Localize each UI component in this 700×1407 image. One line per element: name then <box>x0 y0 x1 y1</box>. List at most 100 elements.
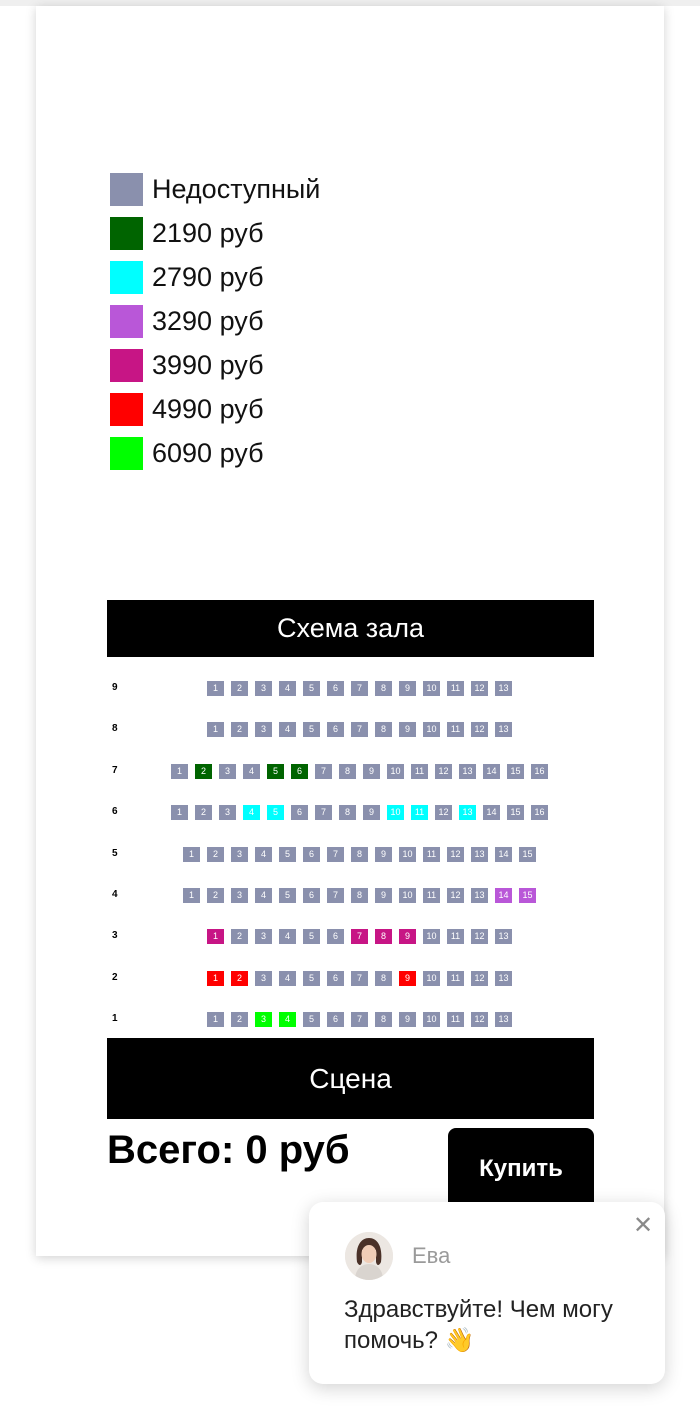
seat[interactable]: 12 <box>471 929 488 944</box>
seat[interactable]: 9 <box>363 805 380 820</box>
seat[interactable]: 6 <box>327 1012 344 1027</box>
seat[interactable]: 8 <box>351 847 368 862</box>
seat[interactable]: 4 <box>255 847 272 862</box>
seat[interactable]: 11 <box>447 1012 464 1027</box>
seat[interactable]: 14 <box>495 847 512 862</box>
seat[interactable]: 13 <box>495 929 512 944</box>
seat[interactable]: 12 <box>471 971 488 986</box>
seat[interactable]: 12 <box>447 847 464 862</box>
seat[interactable]: 11 <box>447 929 464 944</box>
seat[interactable]: 7 <box>351 1012 368 1027</box>
seat[interactable]: 12 <box>435 805 452 820</box>
seat[interactable]: 12 <box>471 681 488 696</box>
seat[interactable]: 9 <box>399 971 416 986</box>
seat[interactable]: 14 <box>483 764 500 779</box>
seat[interactable]: 2 <box>231 681 248 696</box>
seat[interactable]: 3 <box>255 1012 272 1027</box>
seat[interactable]: 1 <box>207 1012 224 1027</box>
seat[interactable]: 1 <box>183 888 200 903</box>
seat[interactable]: 4 <box>279 681 296 696</box>
seat[interactable]: 2 <box>195 805 212 820</box>
seat[interactable]: 8 <box>351 888 368 903</box>
seat[interactable]: 5 <box>279 847 296 862</box>
seat[interactable]: 3 <box>255 929 272 944</box>
seat[interactable]: 9 <box>399 681 416 696</box>
seat[interactable]: 16 <box>531 805 548 820</box>
seat[interactable]: 5 <box>303 929 320 944</box>
seat[interactable]: 5 <box>267 805 284 820</box>
seat[interactable]: 2 <box>231 929 248 944</box>
seat[interactable]: 13 <box>495 722 512 737</box>
seat[interactable]: 11 <box>411 764 428 779</box>
seat[interactable]: 2 <box>231 722 248 737</box>
seat[interactable]: 10 <box>387 764 404 779</box>
seat[interactable]: 7 <box>327 847 344 862</box>
seat[interactable]: 5 <box>279 888 296 903</box>
seat[interactable]: 6 <box>327 722 344 737</box>
seat[interactable]: 2 <box>195 764 212 779</box>
seat[interactable]: 7 <box>327 888 344 903</box>
seat[interactable]: 6 <box>327 681 344 696</box>
seat[interactable]: 7 <box>315 805 332 820</box>
seat[interactable]: 11 <box>447 722 464 737</box>
seat[interactable]: 3 <box>219 764 236 779</box>
seat[interactable]: 1 <box>171 805 188 820</box>
seat[interactable]: 1 <box>207 971 224 986</box>
seat[interactable]: 7 <box>315 764 332 779</box>
chat-widget[interactable]: ✕ Ева Здравствуйте! Чем могу помочь? 👋 <box>309 1202 665 1384</box>
seat[interactable]: 12 <box>471 722 488 737</box>
seat[interactable]: 2 <box>207 847 224 862</box>
seat[interactable]: 11 <box>423 847 440 862</box>
seat[interactable]: 4 <box>243 805 260 820</box>
seat[interactable]: 10 <box>423 1012 440 1027</box>
seat[interactable]: 3 <box>255 971 272 986</box>
seat[interactable]: 13 <box>495 971 512 986</box>
seat[interactable]: 10 <box>399 847 416 862</box>
seat[interactable]: 16 <box>531 764 548 779</box>
close-icon[interactable]: ✕ <box>631 1214 655 1238</box>
seat[interactable]: 2 <box>231 1012 248 1027</box>
seat[interactable]: 3 <box>255 722 272 737</box>
seat[interactable]: 13 <box>459 764 476 779</box>
seat[interactable]: 4 <box>279 971 296 986</box>
seat[interactable]: 14 <box>483 805 500 820</box>
seat[interactable]: 11 <box>411 805 428 820</box>
seat[interactable]: 10 <box>399 888 416 903</box>
seat[interactable]: 15 <box>519 888 536 903</box>
seat[interactable]: 11 <box>447 971 464 986</box>
seat[interactable]: 14 <box>495 888 512 903</box>
seat[interactable]: 8 <box>375 1012 392 1027</box>
buy-button[interactable]: Купить <box>448 1128 594 1210</box>
seat[interactable]: 6 <box>327 929 344 944</box>
seat[interactable]: 13 <box>495 681 512 696</box>
seat[interactable]: 9 <box>375 888 392 903</box>
seat[interactable]: 10 <box>387 805 404 820</box>
seat[interactable]: 3 <box>231 847 248 862</box>
seat[interactable]: 6 <box>327 971 344 986</box>
seat[interactable]: 2 <box>231 971 248 986</box>
seat[interactable]: 10 <box>423 929 440 944</box>
seat[interactable]: 5 <box>303 971 320 986</box>
seat[interactable]: 5 <box>303 722 320 737</box>
seat[interactable]: 13 <box>471 847 488 862</box>
seat[interactable]: 15 <box>507 805 524 820</box>
seat[interactable]: 3 <box>219 805 236 820</box>
seat[interactable]: 9 <box>399 1012 416 1027</box>
seat[interactable]: 12 <box>471 1012 488 1027</box>
seat[interactable]: 12 <box>447 888 464 903</box>
seat[interactable]: 8 <box>375 929 392 944</box>
seat[interactable]: 6 <box>291 805 308 820</box>
seat[interactable]: 4 <box>255 888 272 903</box>
seat[interactable]: 4 <box>243 764 260 779</box>
seat[interactable]: 13 <box>471 888 488 903</box>
seat[interactable]: 5 <box>267 764 284 779</box>
seat[interactable]: 12 <box>435 764 452 779</box>
seat[interactable]: 8 <box>375 971 392 986</box>
seat[interactable]: 7 <box>351 722 368 737</box>
seat[interactable]: 10 <box>423 971 440 986</box>
seat[interactable]: 10 <box>423 722 440 737</box>
seat[interactable]: 1 <box>183 847 200 862</box>
seat[interactable]: 9 <box>399 929 416 944</box>
seat[interactable]: 11 <box>447 681 464 696</box>
seat[interactable]: 3 <box>231 888 248 903</box>
